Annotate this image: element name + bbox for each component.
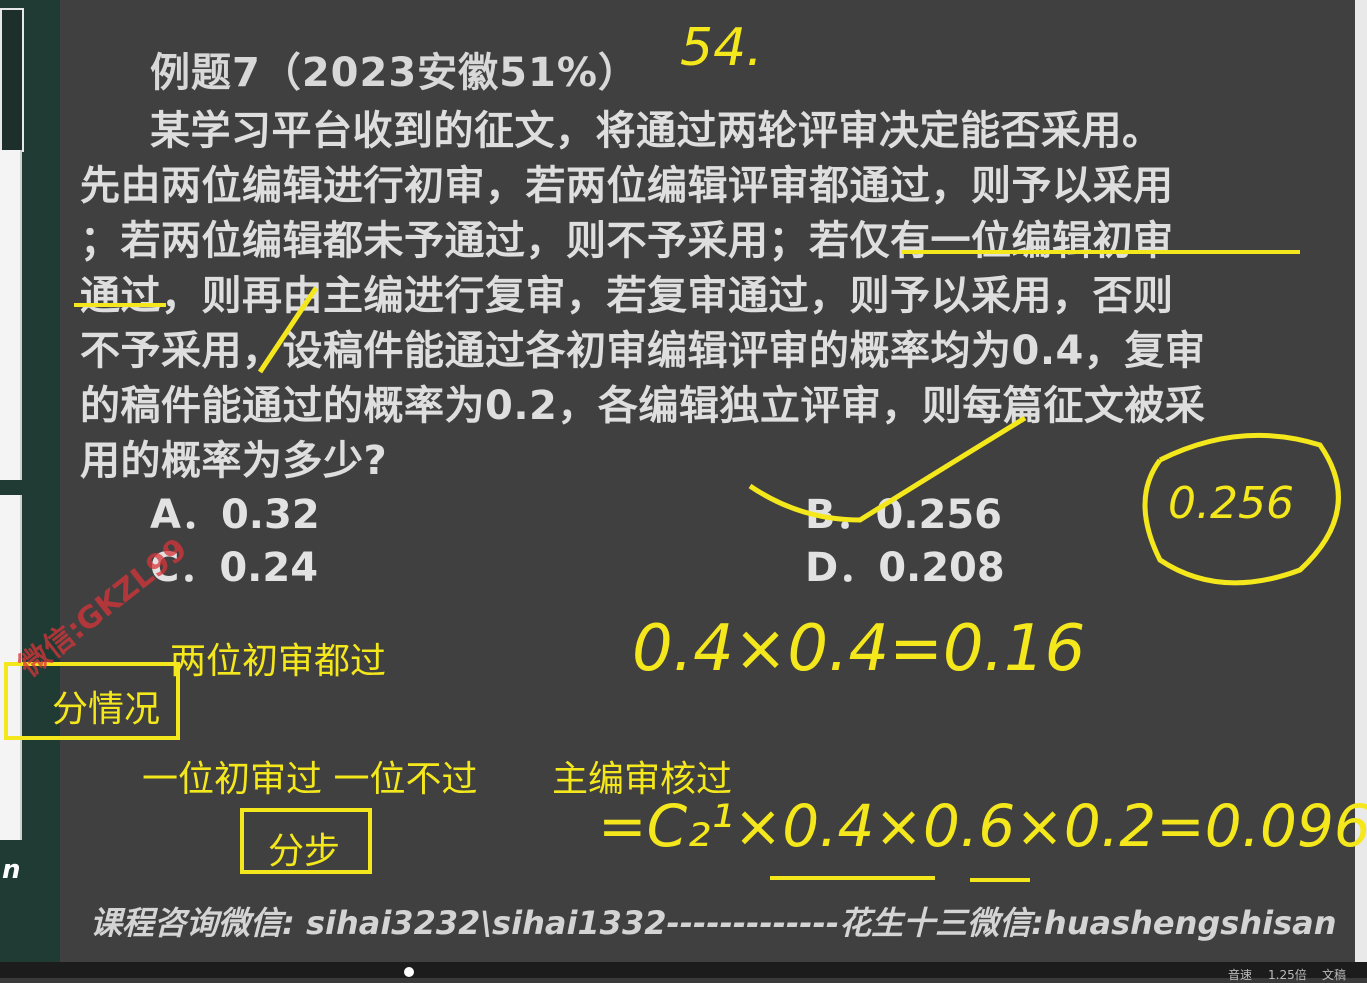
speed-value[interactable]: 1.25倍	[1268, 966, 1307, 983]
footer-contact: 课程咨询微信: sihai3232\sihai1332-------------…	[90, 904, 1337, 942]
ink-strokes	[74, 250, 1341, 882]
progress-handle[interactable]	[404, 967, 414, 977]
check-mark	[748, 415, 1027, 523]
answer-circle	[1142, 432, 1341, 586]
speed-label[interactable]: 音速	[1228, 966, 1252, 983]
slash-stroke	[257, 286, 319, 374]
doc-button[interactable]: 文稿	[1322, 966, 1346, 983]
player-progress-bar[interactable]	[0, 962, 1367, 978]
